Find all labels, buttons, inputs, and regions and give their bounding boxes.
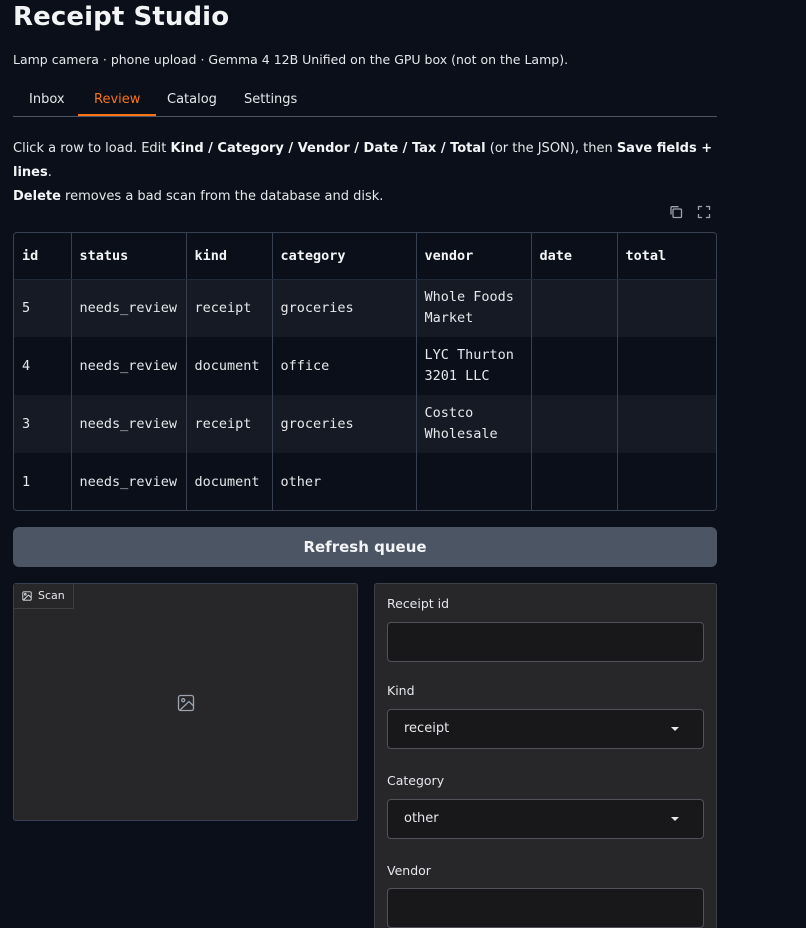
receipt-id-input[interactable] [387,622,704,662]
refresh-queue-button[interactable]: Refresh queue [13,527,717,567]
category-select-value: other [404,811,439,826]
cell-vendor[interactable]: Whole Foods Market [416,279,532,337]
cell-category[interactable]: other [272,453,417,510]
kind-select-value: receipt [404,721,450,736]
column-header-id[interactable]: id [14,233,72,280]
table-row[interactable]: 5 needs_review receipt groceries Whole F… [14,279,716,337]
category-label: Category [387,773,445,788]
tab-bar: Inbox Review Catalog Settings [13,86,717,117]
cell-kind[interactable]: document [186,337,273,395]
column-header-kind[interactable]: kind [186,233,273,280]
cell-kind[interactable]: receipt [186,395,273,453]
cell-id[interactable]: 5 [14,279,72,337]
vendor-input[interactable] [387,888,704,928]
cell-kind[interactable]: receipt [186,279,273,337]
cell-id[interactable]: 1 [14,453,72,510]
instructions-line-1: Click a row to load. Edit Kind / Categor… [13,141,713,180]
category-select[interactable]: other [387,799,704,839]
scan-label: Scan [14,584,74,609]
kind-select[interactable]: receipt [387,709,704,749]
chevron-down-icon [671,727,679,731]
cell-date[interactable] [531,279,618,337]
chevron-down-icon [671,817,679,821]
tab-inbox[interactable]: Inbox [13,86,81,116]
kind-label: Kind [387,683,415,698]
tab-catalog[interactable]: Catalog [151,86,233,116]
cell-date[interactable] [531,453,618,510]
image-icon [22,591,32,601]
scan-image-panel[interactable]: Scan [13,583,358,821]
cell-total[interactable] [617,337,716,395]
cell-total[interactable] [617,395,716,453]
table-header-row: id status kind category vendor date tota… [14,233,716,280]
column-header-category[interactable]: category [272,233,417,280]
instructions-line-2: Delete removes a bad scan from the datab… [13,189,384,204]
copy-icon[interactable] [669,204,685,220]
cell-status[interactable]: needs_review [71,337,187,395]
cell-total[interactable] [617,453,716,510]
page-subtitle: Lamp camera · phone upload · Gemma 4 12B… [13,52,569,67]
cell-category[interactable]: groceries [272,279,417,337]
column-header-date[interactable]: date [531,233,618,280]
column-header-total[interactable]: total [617,233,716,280]
cell-vendor[interactable] [416,453,532,510]
review-queue-table: id status kind category vendor date tota… [13,232,717,511]
column-header-vendor[interactable]: vendor [416,233,532,280]
table-row[interactable]: 4 needs_review document office LYC Thurt… [14,337,716,395]
cell-kind[interactable]: document [186,453,273,510]
image-placeholder-icon [177,694,195,712]
cell-vendor[interactable]: Costco Wholesale [416,395,532,453]
cell-date[interactable] [531,337,618,395]
tab-review[interactable]: Review [78,86,157,116]
cell-status[interactable]: needs_review [71,453,187,510]
fullscreen-icon[interactable] [697,204,713,220]
cell-id[interactable]: 3 [14,395,72,453]
cell-vendor[interactable]: LYC Thurton 3201 LLC [416,337,532,395]
cell-status[interactable]: needs_review [71,395,187,453]
vendor-label: Vendor [387,863,431,878]
receipt-form-panel: Receipt id Kind receipt Category other V… [374,583,717,928]
cell-total[interactable] [617,279,716,337]
cell-category[interactable]: office [272,337,417,395]
cell-status[interactable]: needs_review [71,279,187,337]
tab-settings[interactable]: Settings [228,86,313,116]
cell-date[interactable] [531,395,618,453]
table-row[interactable]: 1 needs_review document other [14,453,716,510]
table-row[interactable]: 3 needs_review receipt groceries Costco … [14,395,716,453]
cell-id[interactable]: 4 [14,337,72,395]
page-title: Receipt Studio [13,2,230,32]
instructions: Click a row to load. Edit Kind / Categor… [13,137,713,209]
column-header-status[interactable]: status [71,233,187,280]
cell-category[interactable]: groceries [272,395,417,453]
receipt-id-label: Receipt id [387,596,450,611]
